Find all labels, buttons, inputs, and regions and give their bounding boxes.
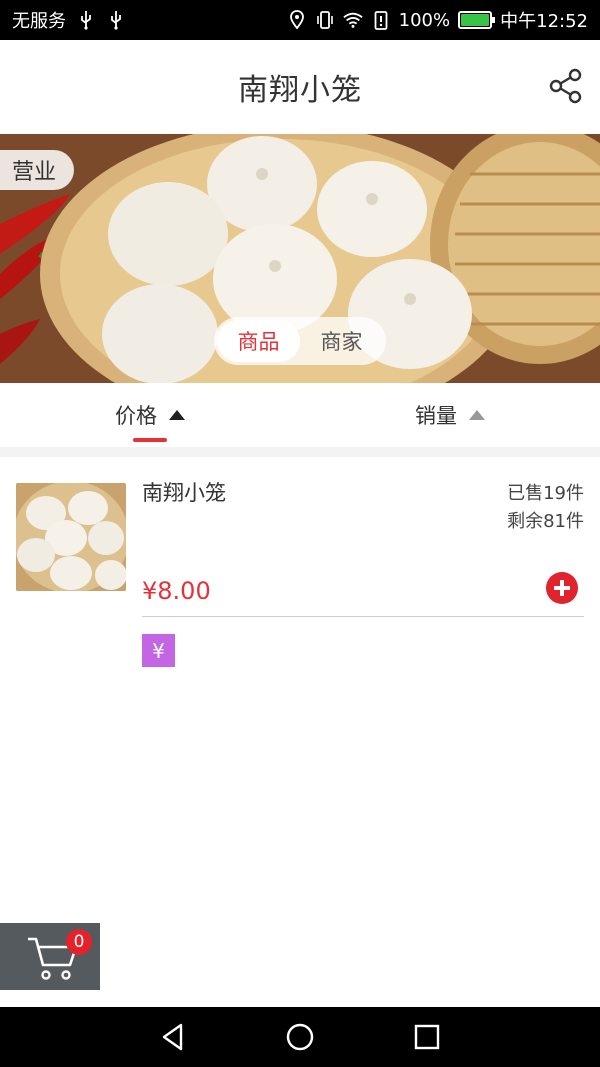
carrier-text: 无服务 xyxy=(12,11,66,32)
battery-level xyxy=(461,14,490,26)
tab-merchant[interactable]: 商家 xyxy=(300,320,383,362)
tab-products[interactable]: 商品 xyxy=(217,320,300,362)
wifi-icon xyxy=(342,9,363,31)
system-nav-bar xyxy=(0,1007,600,1067)
header: 南翔小笼 xyxy=(0,40,600,134)
location-icon xyxy=(287,9,307,31)
share-icon xyxy=(549,68,582,104)
sort-sales-label: 销量 xyxy=(415,404,457,428)
home-button[interactable] xyxy=(280,1017,320,1057)
cart-count-badge: 0 xyxy=(66,929,92,955)
back-button[interactable] xyxy=(153,1017,193,1057)
divider xyxy=(0,447,600,457)
battery-alert-icon xyxy=(371,9,391,31)
add-to-cart-button[interactable] xyxy=(546,572,578,604)
share-button[interactable] xyxy=(548,68,584,104)
recents-icon xyxy=(414,1024,439,1050)
product-name: 南翔小笼 xyxy=(142,481,226,505)
cart-button[interactable]: 0 xyxy=(0,923,100,990)
sort-by-sales[interactable]: 销量 xyxy=(300,383,600,447)
view-tab-switch: 商品 商家 xyxy=(214,317,386,365)
usb-icon xyxy=(106,9,126,31)
battery-icon xyxy=(458,11,496,29)
sort-price-label: 价格 xyxy=(115,404,157,428)
sold-count: 已售19件 xyxy=(507,483,584,504)
battery-percent: 100% xyxy=(398,9,451,31)
active-sort-indicator xyxy=(133,438,167,442)
back-icon xyxy=(163,1023,183,1051)
usb-icon xyxy=(76,9,96,31)
clock: 中午12:52 xyxy=(500,11,588,32)
product-item[interactable]: 南翔小笼 已售19件 剩余81件 ¥8.00 ¥ xyxy=(0,457,600,707)
remaining-stock: 剩余81件 xyxy=(507,511,584,532)
store-banner: 营业 商品 商家 xyxy=(0,134,600,383)
vibrate-icon xyxy=(315,9,335,31)
store-status-badge: 营业 xyxy=(0,150,75,190)
recents-button[interactable] xyxy=(407,1017,447,1057)
payment-badge: ¥ xyxy=(142,634,175,667)
sort-bar: 价格 销量 xyxy=(0,383,600,447)
divider xyxy=(142,616,584,617)
status-bar: 无服务 100% 中午12:52 xyxy=(0,0,600,40)
home-icon xyxy=(286,1023,314,1051)
sort-up-icon xyxy=(469,410,485,420)
page-title: 南翔小笼 xyxy=(238,73,362,108)
product-price: ¥8.00 xyxy=(142,577,211,605)
product-image xyxy=(16,483,126,591)
sort-up-icon xyxy=(169,410,185,420)
